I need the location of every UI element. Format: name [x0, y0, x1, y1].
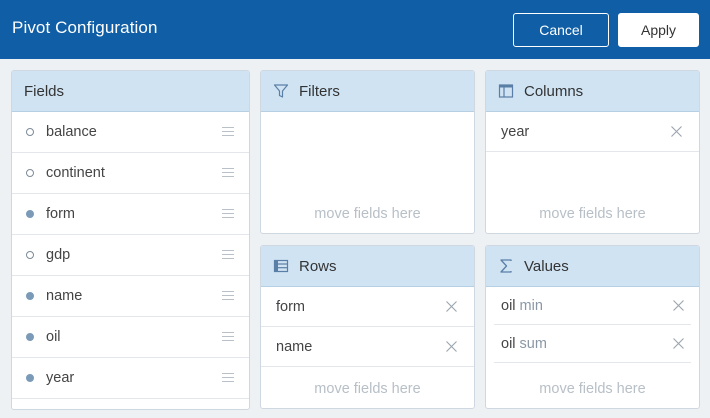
- columns-panel[interactable]: Columns year move fields here: [485, 70, 700, 234]
- close-icon[interactable]: [672, 299, 685, 312]
- filters-panel[interactable]: Filters move fields here: [260, 70, 475, 234]
- field-marker-icon: [26, 251, 34, 259]
- rows-panel-title: Rows: [299, 257, 337, 275]
- value-aggregation[interactable]: min: [520, 298, 543, 314]
- field-label: oil: [46, 329, 61, 345]
- column-field-item[interactable]: year: [486, 112, 699, 152]
- field-item[interactable]: year: [12, 358, 249, 399]
- filters-panel-title: Filters: [299, 82, 340, 100]
- rows-panel[interactable]: Rows form name move fields here: [260, 245, 475, 409]
- field-list: balance continent form gdp name oil year: [12, 112, 249, 399]
- columns-drop-placeholder: move fields here: [539, 206, 646, 222]
- row-field-label: name: [276, 338, 313, 355]
- values-panel-header: Values: [486, 246, 699, 287]
- value-field-label: oil: [501, 335, 516, 352]
- value-field-label: oil: [501, 297, 516, 314]
- sigma-icon: [498, 258, 514, 274]
- field-label: year: [46, 370, 75, 386]
- field-label: name: [46, 288, 83, 304]
- field-label: continent: [46, 165, 105, 181]
- field-item[interactable]: oil: [12, 317, 249, 358]
- fields-panel-title: Fields: [24, 82, 65, 100]
- filters-drop-placeholder: move fields here: [314, 206, 421, 222]
- fields-panel: Fields balance continent form gdp name o…: [11, 70, 250, 410]
- drag-handle-icon[interactable]: [222, 250, 234, 259]
- close-icon[interactable]: [445, 340, 458, 353]
- field-marker-icon: [26, 292, 34, 300]
- header-bar: Pivot Configuration Cancel Apply: [0, 0, 710, 59]
- dialog-title: Pivot Configuration: [12, 18, 158, 37]
- value-aggregation[interactable]: sum: [520, 336, 547, 352]
- column-field-label: year: [501, 123, 530, 140]
- rows-drop-placeholder: move fields here: [314, 381, 421, 397]
- row-field-label: form: [276, 298, 305, 315]
- drag-handle-icon[interactable]: [222, 373, 234, 382]
- columns-panel-header: Columns: [486, 71, 699, 112]
- field-marker-icon: [26, 374, 34, 382]
- values-drop-placeholder: move fields here: [539, 381, 646, 397]
- close-icon[interactable]: [672, 337, 685, 350]
- row-field-item[interactable]: form: [261, 287, 474, 327]
- columns-icon: [498, 83, 514, 99]
- field-item[interactable]: continent: [12, 153, 249, 194]
- field-item[interactable]: form: [12, 194, 249, 235]
- filter-icon: [273, 83, 289, 99]
- cancel-button[interactable]: Cancel: [513, 13, 609, 47]
- drag-handle-icon[interactable]: [222, 168, 234, 177]
- values-panel[interactable]: Values oil min oil sum move fields here: [485, 245, 700, 409]
- filters-panel-header: Filters: [261, 71, 474, 112]
- field-marker-icon: [26, 333, 34, 341]
- values-panel-title: Values: [524, 257, 569, 275]
- fields-panel-header: Fields: [12, 71, 249, 112]
- value-field-item[interactable]: oil min: [494, 287, 691, 325]
- drag-handle-icon[interactable]: [222, 209, 234, 218]
- field-marker-icon: [26, 210, 34, 218]
- drag-handle-icon[interactable]: [222, 127, 234, 136]
- drag-handle-icon[interactable]: [222, 291, 234, 300]
- rows-panel-header: Rows: [261, 246, 474, 287]
- field-marker-icon: [26, 128, 34, 136]
- field-item[interactable]: name: [12, 276, 249, 317]
- rows-icon: [273, 258, 289, 274]
- field-item[interactable]: balance: [12, 112, 249, 153]
- apply-button[interactable]: Apply: [618, 13, 699, 47]
- field-label: balance: [46, 124, 97, 140]
- field-item[interactable]: gdp: [12, 235, 249, 276]
- close-icon[interactable]: [445, 300, 458, 313]
- field-label: gdp: [46, 247, 71, 263]
- row-field-item[interactable]: name: [261, 327, 474, 367]
- value-field-item[interactable]: oil sum: [494, 325, 691, 363]
- close-icon[interactable]: [670, 125, 683, 138]
- field-label: form: [46, 206, 75, 222]
- field-marker-icon: [26, 169, 34, 177]
- drag-handle-icon[interactable]: [222, 332, 234, 341]
- columns-panel-title: Columns: [524, 82, 584, 100]
